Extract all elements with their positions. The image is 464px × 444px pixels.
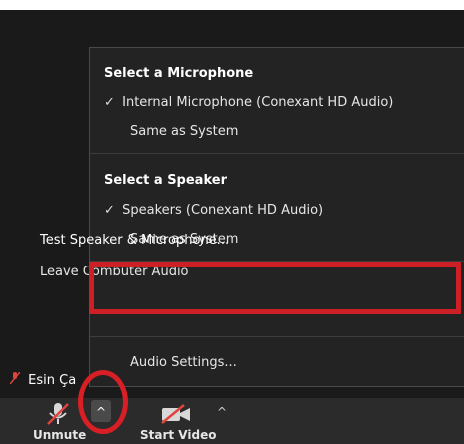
unmute-button-label[interactable]: Unmute — [33, 428, 86, 442]
participant-name-tag: Esin Ça — [9, 371, 77, 388]
menu-item-speakers[interactable]: ✓ Speakers (Conexant HD Audio) — [104, 203, 323, 218]
video-options-chevron-up-icon[interactable]: ^ — [214, 402, 230, 420]
menu-item-internal-microphone[interactable]: ✓ Internal Microphone (Conexant HD Audio… — [104, 95, 393, 110]
mic-off-icon — [9, 371, 24, 388]
menu-item-label: Same as System — [130, 124, 239, 139]
audio-options-menu: Select a Microphone ✓ Internal Microphon… — [89, 47, 464, 387]
menu-item-test-speaker-microphone[interactable]: Test Speaker & Microphone... — [40, 233, 229, 248]
annotation-highlight-rectangle — [89, 262, 461, 314]
menu-item-microphone-same-as-system[interactable]: Same as System — [104, 124, 238, 139]
microphone-muted-icon[interactable] — [45, 402, 71, 425]
participant-name: Esin Ça — [28, 373, 77, 388]
start-video-button-label[interactable]: Start Video — [140, 428, 216, 442]
menu-item-audio-settings[interactable]: Audio Settings... — [130, 355, 237, 370]
speaker-section-title: Select a Speaker — [104, 173, 227, 188]
menu-item-label: Internal Microphone (Conexant HD Audio) — [122, 95, 394, 110]
check-icon: ✓ — [104, 95, 115, 110]
zoom-audio-menu-screen: Select a Microphone ✓ Internal Microphon… — [0, 0, 464, 444]
menu-divider — [90, 153, 464, 154]
check-icon: ✓ — [104, 203, 115, 218]
annotation-red-circle — [78, 370, 128, 434]
microphone-section-title: Select a Microphone — [104, 66, 254, 81]
meeting-toolbar: ^ Unmute ^ Start Video — [0, 398, 464, 444]
menu-divider — [90, 336, 464, 337]
menu-item-label: Speakers (Conexant HD Audio) — [122, 203, 324, 218]
video-off-icon[interactable] — [160, 404, 192, 424]
